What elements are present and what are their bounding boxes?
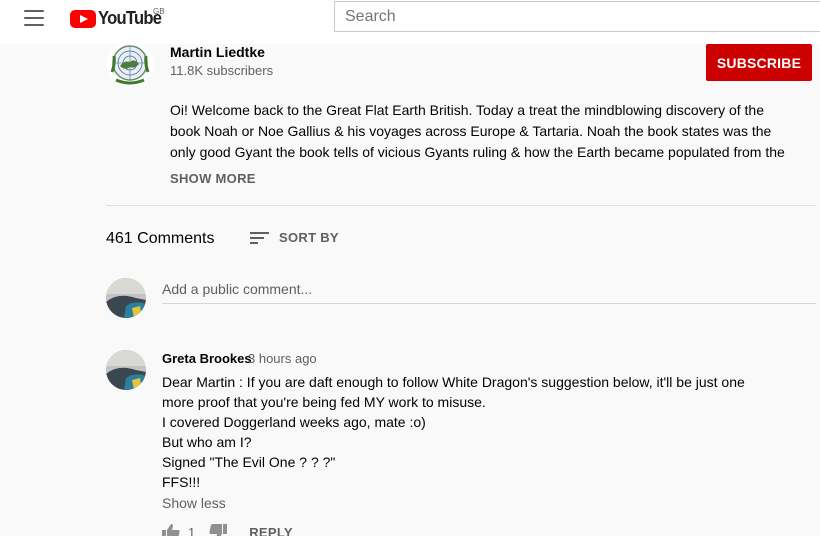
comment-line: more proof that you're being fed MY work…: [162, 394, 486, 410]
comment-author[interactable]: Greta Brookes: [162, 351, 252, 366]
comments-count: 461 Comments: [106, 230, 215, 247]
description-line: Oi! Welcome back to the Great Flat Earth…: [170, 102, 764, 118]
add-comment-box[interactable]: [162, 278, 816, 304]
sort-icon: [250, 231, 269, 245]
subscribe-button[interactable]: SUBSCRIBE: [706, 44, 812, 81]
comment-line: I covered Doggerland weeks ago, mate :o): [162, 414, 426, 430]
search-box[interactable]: [334, 1, 820, 32]
comment-line: Signed "The Evil One ? ? ?": [162, 454, 336, 470]
comment-actions: 1 REPLY: [162, 522, 293, 536]
subscriber-count: 11.8K subscribers: [170, 63, 274, 78]
user-photo-icon: [106, 278, 146, 318]
user-avatar[interactable]: [106, 278, 146, 318]
commenter-photo-icon: [106, 350, 146, 390]
comment-time[interactable]: 3 hours ago: [248, 351, 317, 366]
comment-input[interactable]: [162, 278, 816, 300]
youtube-play-icon: [70, 9, 96, 28]
comment-text: Dear Martin : If you are daft enough to …: [162, 372, 782, 492]
thumbs-up-icon[interactable]: [162, 524, 180, 536]
thumbs-down-icon[interactable]: [209, 524, 228, 536]
hamburger-menu-icon[interactable]: [24, 10, 44, 26]
channel-name[interactable]: Martin Liedtke: [170, 44, 265, 60]
show-more-button[interactable]: SHOW MORE: [170, 171, 256, 186]
show-less-button[interactable]: Show less: [162, 495, 226, 511]
commenter-avatar[interactable]: [106, 350, 146, 390]
like-count: 1: [188, 524, 196, 536]
comment-line: Dear Martin : If you are daft enough to …: [162, 374, 745, 390]
channel-avatar[interactable]: [106, 42, 154, 86]
logo-region: GB: [153, 7, 165, 16]
reply-button[interactable]: REPLY: [249, 525, 293, 536]
description-line: book Noah or Noe Gallius & his voyages a…: [170, 123, 772, 139]
comment-line: But who am I?: [162, 434, 252, 450]
logo-text: YouTube: [98, 8, 162, 28]
search-input[interactable]: [335, 2, 820, 31]
divider: [106, 205, 816, 206]
description-line: only good Gyant the book tells of viciou…: [170, 144, 785, 160]
sort-by-button[interactable]: SORT BY: [250, 230, 339, 245]
comment-line: FFS!!!: [162, 474, 201, 490]
masthead: YouTube GB: [0, 0, 820, 44]
sort-label: SORT BY: [279, 230, 339, 245]
flat-earth-emblem-icon: [106, 42, 154, 86]
video-description: Oi! Welcome back to the Great Flat Earth…: [170, 100, 800, 163]
